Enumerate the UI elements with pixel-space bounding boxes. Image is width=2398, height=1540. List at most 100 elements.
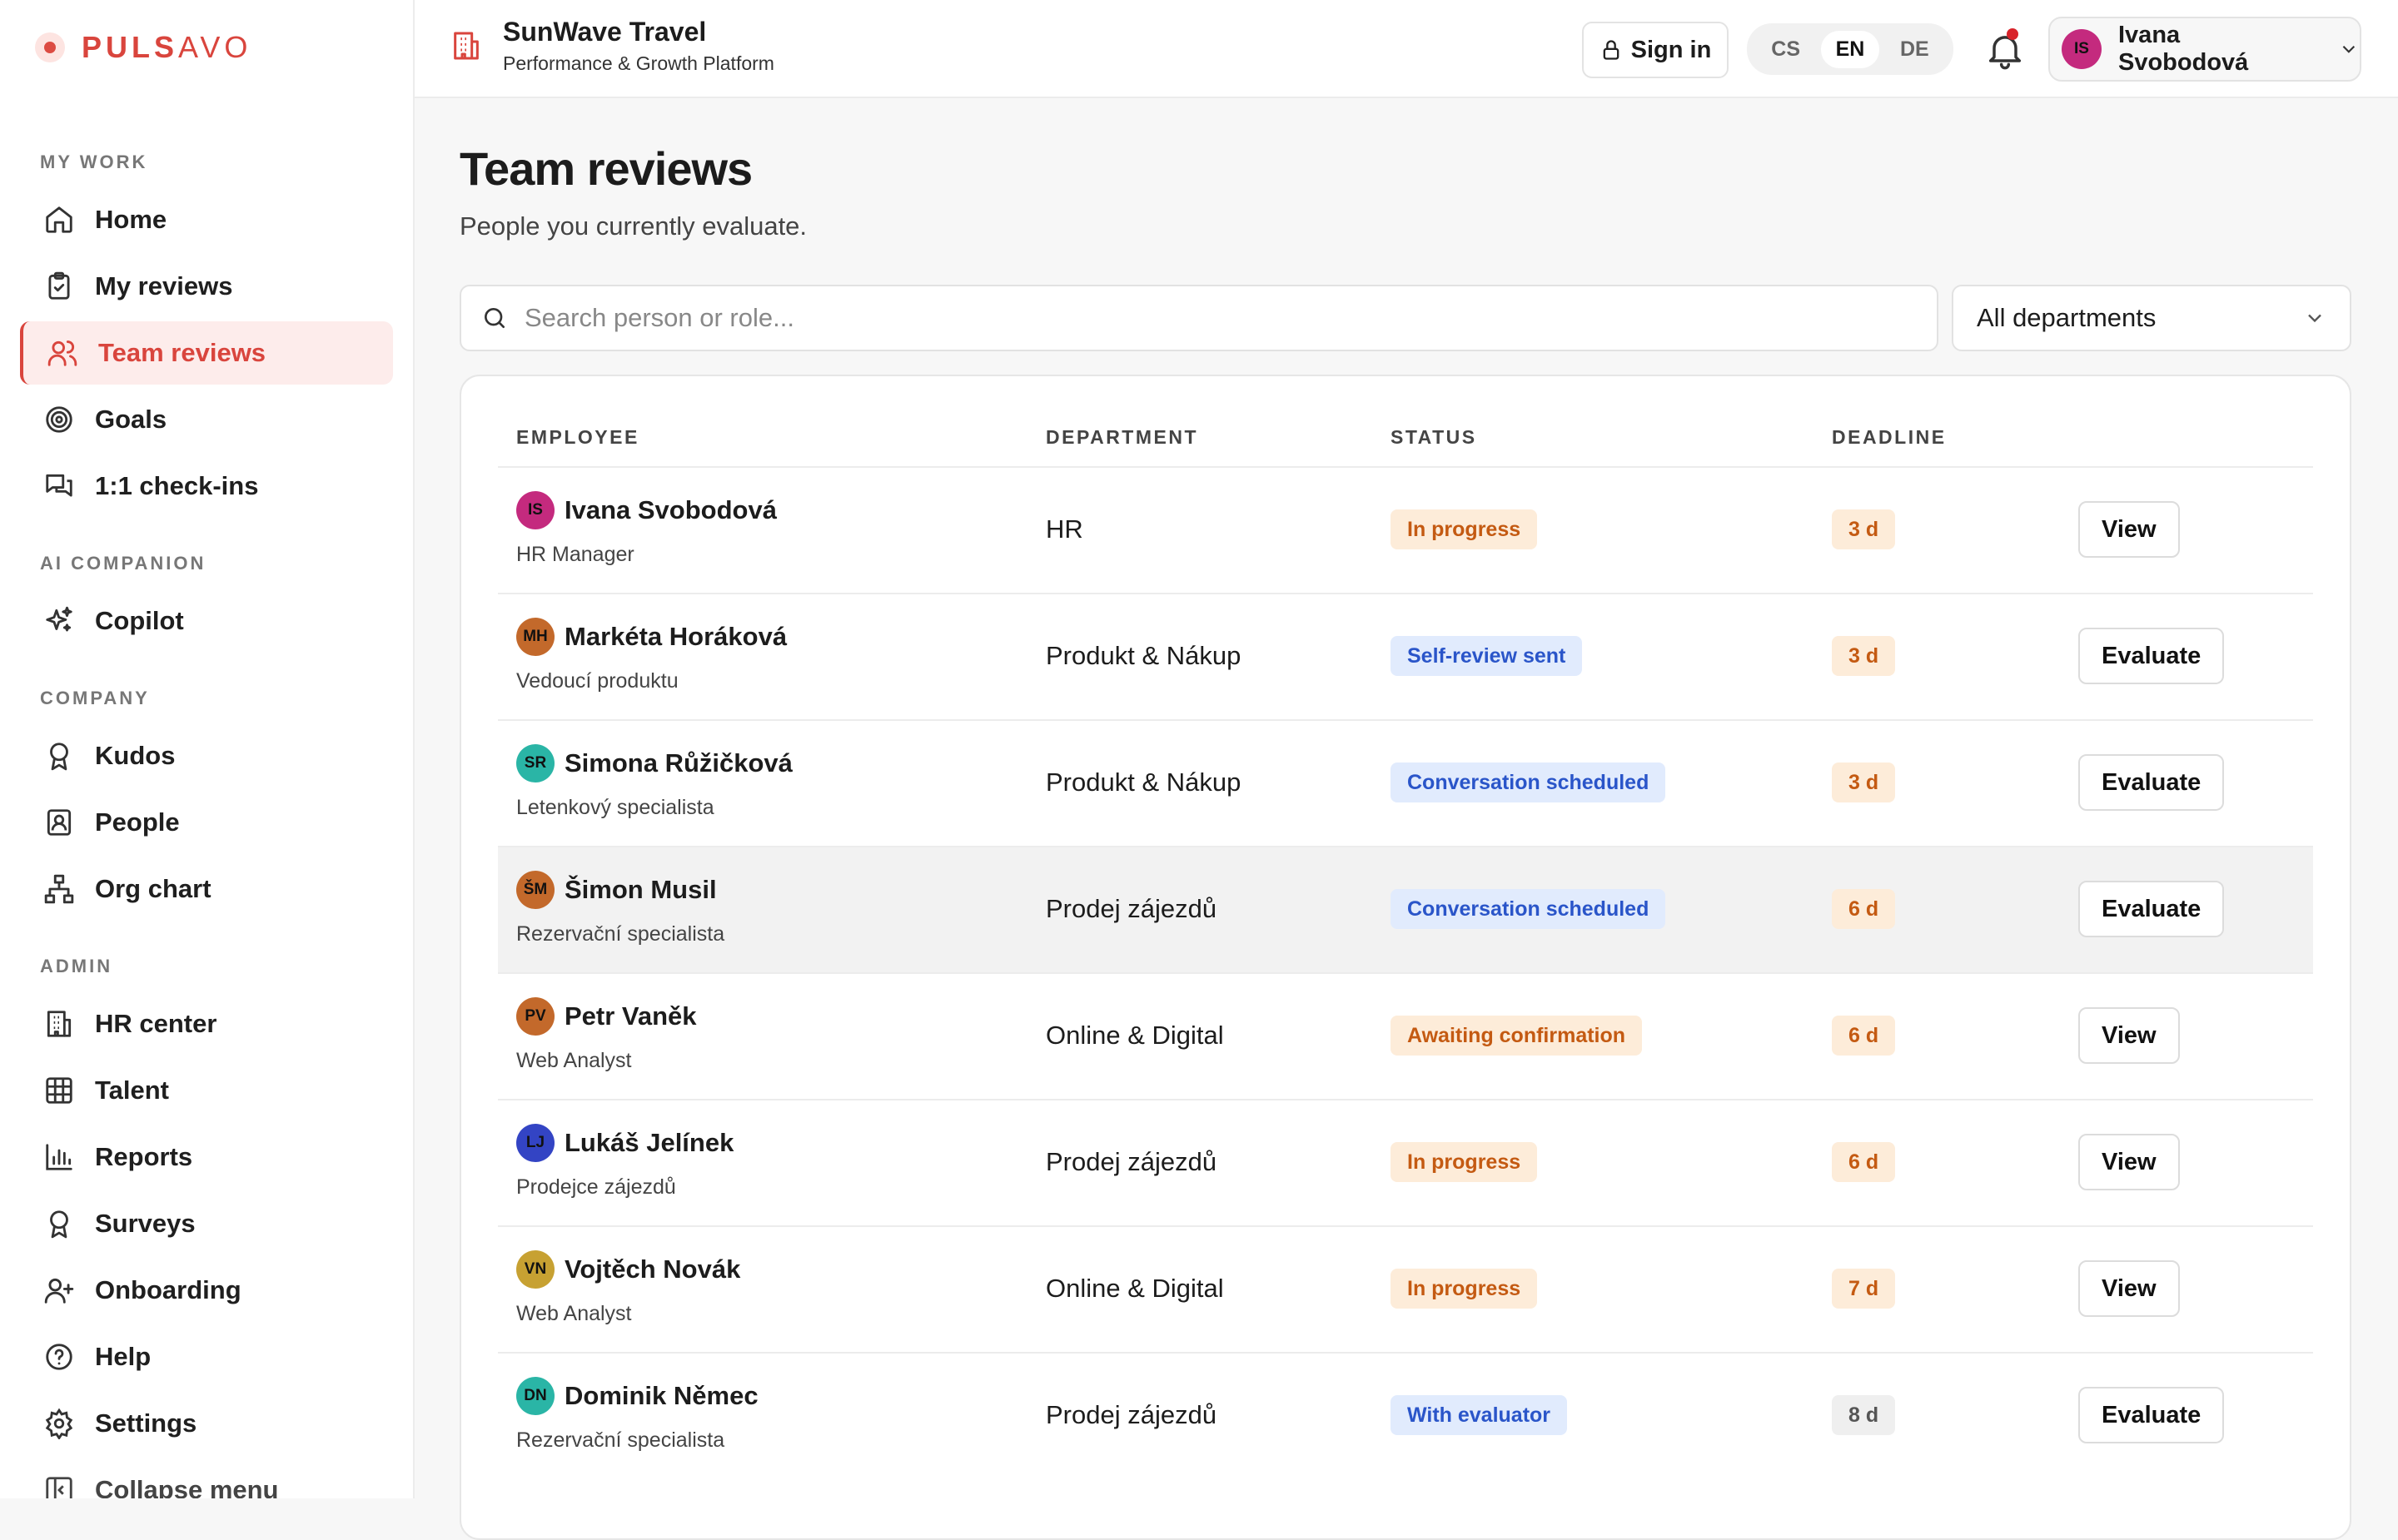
view-button[interactable]: View	[2078, 1260, 2180, 1317]
sidebar-item-label: People	[95, 807, 180, 837]
contact-icon	[47, 809, 72, 836]
status-badge: In progress	[1391, 1142, 1538, 1182]
sidebar-item-help[interactable]: Help	[20, 1325, 393, 1388]
view-button[interactable]: View	[2078, 1134, 2180, 1190]
employee-department: Prodej zájezdů	[1046, 1400, 1217, 1429]
view-button[interactable]: View	[2078, 501, 2180, 558]
notification-dot	[2007, 28, 2018, 40]
employee-name[interactable]: Petr Vaněk	[565, 1001, 697, 1031]
sidebar-item-surveys[interactable]: Surveys	[20, 1192, 393, 1255]
lang-en[interactable]: EN	[1820, 30, 1880, 68]
users-icon	[47, 340, 77, 366]
department-filter[interactable]: All departments	[1952, 285, 2351, 351]
evaluate-button[interactable]: Evaluate	[2078, 881, 2225, 937]
column-header-status: STATUS	[1391, 426, 1477, 448]
help-icon	[46, 1344, 72, 1370]
employee-name[interactable]: Lukáš Jelínek	[565, 1128, 734, 1158]
collapse-menu-button[interactable]: Collapse menu	[20, 1458, 393, 1498]
search-input[interactable]	[525, 303, 1898, 333]
deadline-badge: 3 d	[1832, 763, 1896, 802]
employee-name-cell: LJ Lukáš Jelínek	[516, 1124, 734, 1162]
deadline-badge: 7 d	[1832, 1269, 1896, 1309]
sidebar-item-copilot[interactable]: Copilot	[20, 589, 393, 653]
sign-in-button[interactable]: Sign in	[1582, 22, 1729, 78]
deadline-badge: 3 d	[1832, 509, 1896, 549]
status-badge: Self-review sent	[1391, 636, 1583, 676]
sidebar-item-kudos[interactable]: Kudos	[20, 724, 393, 787]
employee-role: Web Analyst	[516, 1049, 632, 1072]
table-row[interactable]: IS Ivana Svobodová HR Manager HR In progress…	[498, 466, 2313, 593]
sparkles-icon	[46, 606, 72, 632]
employee-name-cell: DN Dominik Němec	[516, 1377, 759, 1415]
employee-name[interactable]: Šimon Musil	[565, 875, 717, 905]
sidebar-item-goals[interactable]: Goals	[20, 388, 393, 451]
sidebar-item-label: Org chart	[95, 874, 211, 903]
column-header-employee: EMPLOYEE	[516, 426, 639, 448]
view-button[interactable]: View	[2078, 1007, 2180, 1064]
employee-name[interactable]: Simona Růžičková	[565, 748, 793, 778]
table-row[interactable]: VN Vojtěch Novák Web Analyst Online & Digit…	[498, 1225, 2313, 1352]
sidebar-item-settings[interactable]: Settings	[20, 1392, 393, 1455]
logo-text-bold: PULS	[82, 30, 179, 64]
lang-de[interactable]: DE	[1885, 31, 1944, 68]
table-row[interactable]: ŠM Šimon Musil Rezervační specialista Prode…	[498, 846, 2313, 972]
sidebar-item-label: Help	[95, 1342, 152, 1371]
table-row[interactable]: DN Dominik Němec Rezervační specialista Pro…	[498, 1352, 2313, 1478]
employee-name[interactable]: Dominik Němec	[565, 1381, 759, 1411]
building-icon	[47, 1011, 72, 1037]
sidebar-item-check-ins[interactable]: 1:1 check-ins	[20, 455, 393, 518]
avatar: VN	[516, 1250, 555, 1289]
top-bar: SunWave Travel Performance & Growth Plat…	[415, 0, 2398, 98]
employee-department: Online & Digital	[1046, 1021, 1224, 1050]
brand-logo[interactable]: PULSAVO	[35, 30, 251, 65]
table-row[interactable]: MH Markéta Horáková Vedoucí produktu Produk…	[498, 593, 2313, 719]
employee-name-cell: SR Simona Růžičková	[516, 744, 793, 782]
user-menu[interactable]: IS Ivana Svobodová	[2048, 17, 2361, 82]
table-row[interactable]: PV Petr Vaněk Web Analyst Online & Digital A…	[498, 972, 2313, 1099]
employee-name-cell: PV Petr Vaněk	[516, 997, 697, 1036]
sidebar-item-home[interactable]: Home	[20, 188, 393, 251]
lock-icon	[1603, 40, 1619, 60]
employee-name[interactable]: Markéta Horáková	[565, 622, 787, 652]
status-badge: Conversation scheduled	[1391, 763, 1666, 802]
employee-name[interactable]: Ivana Svobodová	[565, 495, 777, 525]
sidebar-item-label: My reviews	[95, 271, 233, 301]
employee-name[interactable]: Vojtěch Novák	[565, 1254, 740, 1284]
avatar: DN	[516, 1377, 555, 1415]
bell-icon[interactable]	[1983, 28, 2027, 72]
sidebar-item-people[interactable]: People	[20, 791, 393, 854]
table-row[interactable]: LJ Lukáš Jelínek Prodejce zájezdů Prodej zá…	[498, 1099, 2313, 1225]
sidebar-item-label: Settings	[95, 1408, 197, 1438]
sidebar-item-label: Talent	[95, 1076, 169, 1105]
sidebar-item-org-chart[interactable]: Org chart	[20, 857, 393, 921]
employee-role: Vedoucí produktu	[516, 669, 679, 693]
sidebar-item-my-reviews[interactable]: My reviews	[20, 255, 393, 318]
avatar: IS	[516, 491, 555, 529]
employee-role: Rezervační specialista	[516, 922, 725, 946]
org-switcher[interactable]: SunWave Travel Performance & Growth Plat…	[450, 17, 774, 75]
evaluate-button[interactable]: Evaluate	[2078, 754, 2225, 811]
sidebar-item-hr-center[interactable]: HR center	[20, 992, 393, 1056]
sidebar-item-talent[interactable]: Talent	[20, 1059, 393, 1122]
sidebar-item-reports[interactable]: Reports	[20, 1125, 393, 1189]
sidebar: PULSAVO MY WORK Home My reviews Team rev…	[0, 0, 415, 1498]
collapse-icon	[46, 1477, 72, 1498]
column-header-deadline: DEADLINE	[1832, 426, 1947, 448]
evaluate-button[interactable]: Evaluate	[2078, 1387, 2225, 1443]
employee-name-cell: ŠM Šimon Musil	[516, 871, 717, 909]
sidebar-item-label: 1:1 check-ins	[95, 471, 259, 500]
table-row[interactable]: SR Simona Růžičková Letenkový specialista P…	[498, 719, 2313, 846]
chevron-down-icon	[2342, 46, 2356, 53]
sidebar-item-team-reviews[interactable]: Team reviews	[20, 321, 393, 385]
building-icon	[454, 32, 479, 60]
evaluate-button[interactable]: Evaluate	[2078, 628, 2225, 684]
sidebar-item-onboarding[interactable]: Onboarding	[20, 1259, 393, 1322]
sidebar-item-label: HR center	[95, 1009, 217, 1038]
logo-text-light: AVO	[178, 30, 252, 64]
gear-icon	[45, 1408, 73, 1439]
award-icon	[50, 743, 68, 771]
status-badge: In progress	[1391, 509, 1538, 549]
avatar: ŠM	[516, 871, 555, 909]
lang-cs[interactable]: CS	[1756, 31, 1815, 68]
status-badge: In progress	[1391, 1269, 1538, 1309]
